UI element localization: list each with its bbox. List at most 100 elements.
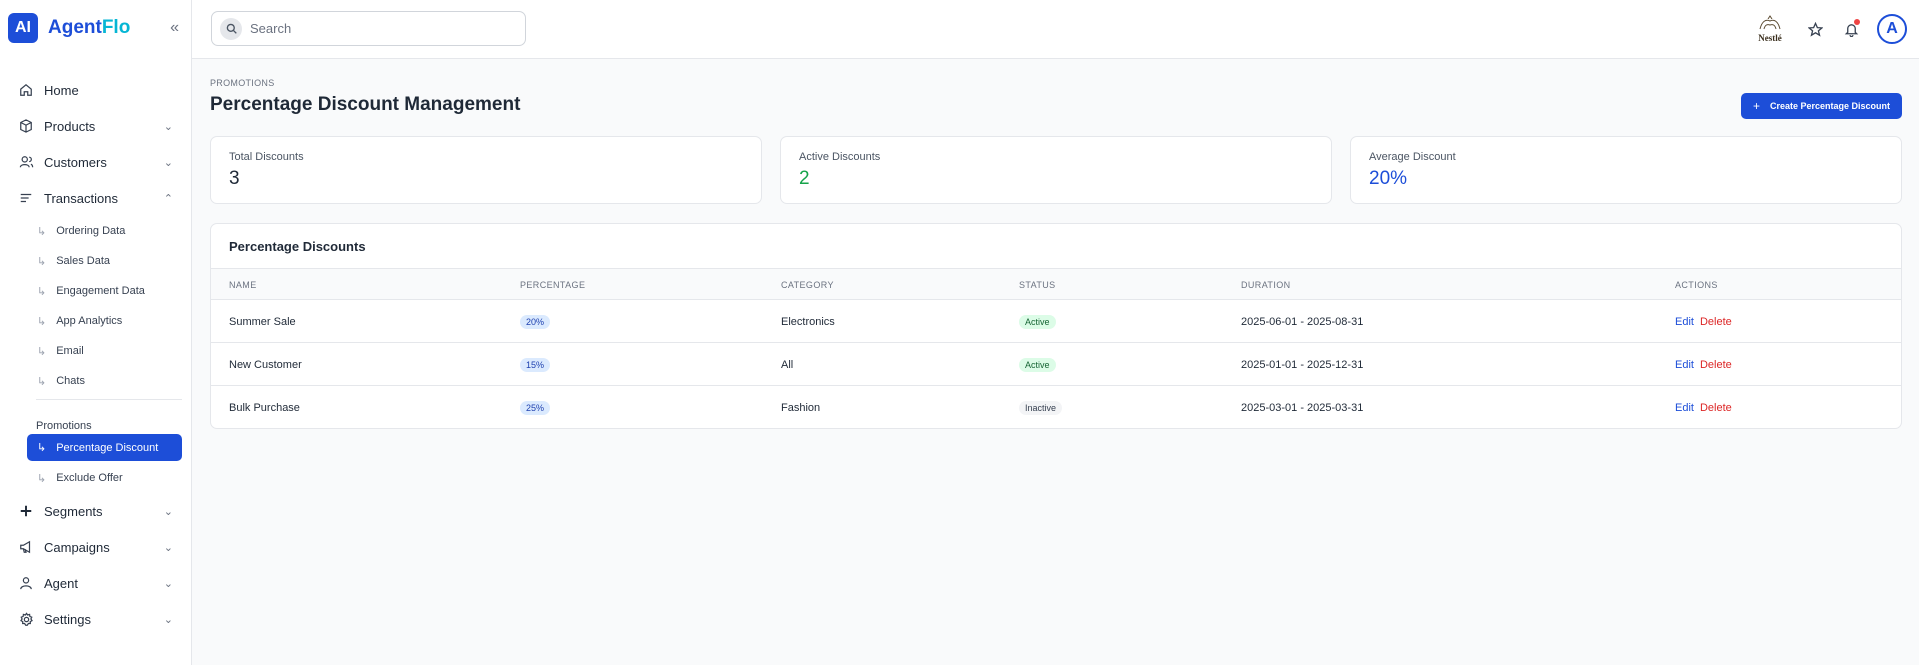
chevron-up-icon: ⌃	[163, 192, 173, 205]
search-box[interactable]	[211, 11, 526, 46]
sidebar-subitem-sales-data[interactable]: ↳ Sales Data	[0, 246, 191, 276]
sidebar-subitem-label: Percentage Discount	[56, 441, 159, 454]
subitem-arrow-icon: ↳	[37, 285, 47, 298]
column-header-status: STATUS	[1019, 279, 1056, 290]
sidebar-item-agent[interactable]: Agent ⌄	[0, 565, 191, 601]
delete-link[interactable]: Delete	[1700, 316, 1732, 328]
avatar[interactable]: A	[1877, 14, 1907, 44]
topbar-actions: Nestlé A	[1753, 0, 1919, 58]
topbar: Nestlé A	[192, 0, 1919, 59]
sidebar-item-transactions[interactable]: Transactions ⌃	[0, 180, 191, 216]
sidebar-nav: Home Products ⌄ Customers ⌄ Transactions…	[0, 72, 191, 637]
gear-icon	[18, 611, 34, 627]
cell-percentage: 25%	[520, 386, 551, 428]
sidebar-subitem-engagement-data[interactable]: ↳ Engagement Data	[0, 276, 191, 306]
brand: AI AgentFlo «	[0, 0, 191, 56]
edit-link[interactable]: Edit	[1675, 316, 1694, 328]
sidebar-item-label: Home	[44, 82, 79, 98]
stat-card-total-discounts: Total Discounts 3	[210, 136, 762, 204]
sidebar-subitem-ordering-data[interactable]: ↳ Ordering Data	[0, 216, 191, 246]
cell-status: Active	[1019, 300, 1056, 343]
stat-card-active-discounts: Active Discounts 2	[780, 136, 1332, 204]
brand-name: AgentFlo	[48, 17, 130, 39]
chevron-down-icon: ⌄	[163, 613, 173, 626]
status-badge: Active	[1019, 357, 1056, 372]
table-title: Percentage Discounts	[211, 224, 1901, 269]
percentage-badge: 15%	[520, 357, 551, 372]
subitem-arrow-icon: ↳	[37, 255, 47, 268]
cell-status: Active	[1019, 343, 1056, 386]
breadcrumb: PROMOTIONS	[210, 78, 275, 88]
users-icon	[18, 154, 34, 170]
chevron-down-icon: ⌄	[163, 156, 173, 169]
chevron-down-icon: ⌄	[163, 505, 173, 518]
stat-label: Average Discount	[1369, 151, 1456, 163]
stat-label: Total Discounts	[229, 151, 304, 163]
subitem-arrow-icon: ↳	[37, 225, 47, 238]
search-icon	[220, 17, 242, 40]
subitem-arrow-icon: ↳	[37, 315, 47, 328]
sidebar-item-label: Customers	[44, 154, 107, 170]
table-row: Summer Sale 20% Electronics Active 2025-…	[211, 300, 1901, 343]
client-logo: Nestlé	[1753, 12, 1787, 46]
stat-value: 2	[799, 168, 810, 189]
cell-name: Summer Sale	[229, 315, 296, 328]
sidebar-subitem-percentage-discount[interactable]: ↳ Percentage Discount	[27, 434, 182, 461]
chevron-down-icon: ⌄	[163, 577, 173, 590]
cell-duration: 2025-03-01 - 2025-03-31	[1241, 401, 1364, 414]
bell-icon[interactable]	[1841, 19, 1861, 39]
collapse-sidebar-icon[interactable]: «	[170, 19, 179, 37]
search-input[interactable]	[250, 21, 510, 36]
notification-dot	[1854, 19, 1860, 25]
sidebar-subitem-email[interactable]: ↳ Email	[0, 336, 191, 366]
chevron-down-icon: ⌄	[163, 120, 173, 133]
plus-icon: +	[1752, 99, 1760, 113]
sidebar-item-segments[interactable]: Segments ⌄	[0, 493, 191, 529]
cell-percentage: 15%	[520, 343, 551, 386]
cell-percentage: 20%	[520, 300, 551, 343]
discounts-table-card: Percentage Discounts NAME PERCENTAGE CAT…	[210, 223, 1902, 429]
sidebar-subitem-exclude-offer[interactable]: ↳ Exclude Offer	[0, 463, 191, 493]
brand-logo[interactable]: AI	[8, 13, 38, 43]
sidebar-item-campaigns[interactable]: Campaigns ⌄	[0, 529, 191, 565]
cell-name: Bulk Purchase	[229, 401, 300, 414]
subitem-arrow-icon: ↳	[37, 345, 47, 358]
brand-name-part2: Flo	[101, 17, 131, 38]
sidebar-item-customers[interactable]: Customers ⌄	[0, 144, 191, 180]
delete-link[interactable]: Delete	[1700, 359, 1732, 371]
sidebar-subitem-label: Exclude Offer	[56, 472, 123, 484]
sidebar-item-label: Products	[44, 118, 96, 134]
sidebar-item-label: Agent	[44, 575, 78, 591]
cell-name: New Customer	[229, 358, 302, 371]
sidebar-subitem-chats[interactable]: ↳ Chats	[0, 366, 191, 396]
stat-card-average-discount: Average Discount 20%	[1350, 136, 1902, 204]
stat-label: Active Discounts	[799, 151, 881, 163]
sidebar-item-settings[interactable]: Settings ⌄	[0, 601, 191, 637]
chevron-down-icon: ⌄	[163, 541, 173, 554]
list-icon	[18, 190, 34, 206]
subitem-arrow-icon: ↳	[37, 442, 47, 454]
sidebar-item-home[interactable]: Home	[0, 72, 191, 108]
subitem-arrow-icon: ↳	[37, 375, 47, 388]
sidebar-item-products[interactable]: Products ⌄	[0, 108, 191, 144]
star-icon[interactable]	[1805, 19, 1825, 39]
sidebar-subitem-label: App Analytics	[56, 315, 123, 327]
status-badge: Active	[1019, 314, 1056, 329]
cell-actions: Edit Delete	[1675, 300, 1732, 343]
percentage-badge: 25%	[520, 400, 551, 415]
column-header-name: NAME	[229, 279, 257, 290]
edit-link[interactable]: Edit	[1675, 359, 1694, 371]
stat-value: 20%	[1369, 168, 1408, 189]
column-header-category: CATEGORY	[781, 279, 834, 290]
cell-status: Inactive	[1019, 386, 1063, 428]
edit-link[interactable]: Edit	[1675, 402, 1694, 414]
status-badge: Inactive	[1019, 400, 1063, 415]
cell-category: Electronics	[781, 315, 835, 328]
table-row: New Customer 15% All Active 2025-01-01 -…	[211, 343, 1901, 386]
create-percentage-discount-button[interactable]: + Create Percentage Discount	[1740, 93, 1902, 119]
sidebar-subitem-app-analytics[interactable]: ↳ App Analytics	[0, 306, 191, 336]
delete-link[interactable]: Delete	[1700, 402, 1732, 414]
sidebar-item-label: Campaigns	[44, 539, 110, 555]
sidebar-item-label: Segments	[44, 503, 103, 519]
sidebar-section-promotions: Promotions	[36, 420, 92, 432]
